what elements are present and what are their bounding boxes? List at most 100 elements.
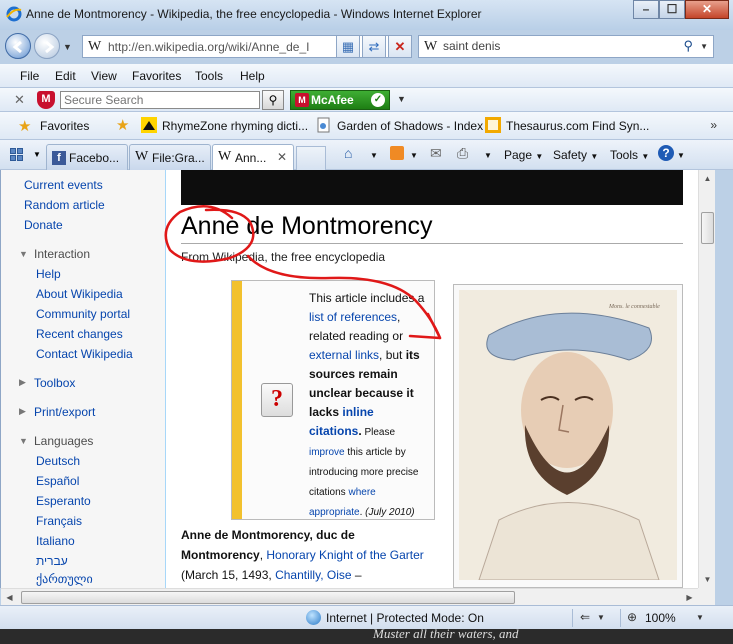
horizontal-scroll-thumb[interactable] [21, 591, 515, 604]
more-favorites-icon[interactable]: » [710, 118, 717, 132]
scroll-right-icon[interactable]: ▶ [681, 589, 698, 606]
sidebar-item-contact-wikipedia[interactable]: Contact Wikipedia [36, 347, 133, 361]
search-icon[interactable]: ⚲ [683, 38, 693, 54]
close-window-button[interactable]: ✕ [685, 0, 729, 19]
menu-file[interactable]: File [20, 69, 39, 83]
horizontal-scrollbar[interactable]: ◀ ▶ [1, 588, 698, 605]
sidebar-item-about-wikipedia[interactable]: About Wikipedia [36, 287, 123, 301]
language-link[interactable]: Español [36, 474, 79, 488]
zoom-dropdown-icon[interactable]: ▼ [696, 613, 704, 622]
collapsed-triangle-icon[interactable]: ▶ [19, 377, 26, 388]
language-link[interactable]: Italiano [36, 534, 75, 548]
close-tab-icon[interactable]: ✕ [277, 150, 287, 164]
mcafee-button[interactable]: M McAfee ✓ [290, 90, 390, 110]
quick-tabs-icon[interactable] [10, 148, 24, 162]
read-mail-icon[interactable]: ✉ [430, 145, 442, 162]
tab-anne-de-montmorency[interactable]: W Ann... ✕ [212, 144, 294, 171]
language-link[interactable]: Esperanto [36, 494, 91, 508]
mcafee-shield-icon[interactable]: M [37, 91, 55, 109]
language-link[interactable]: עברית [36, 554, 68, 568]
home-dropdown-icon[interactable]: ▼ [370, 151, 378, 160]
menu-favorites[interactable]: Favorites [132, 69, 181, 83]
home-icon[interactable]: ⌂ [344, 145, 352, 161]
menu-help[interactable]: Help [240, 69, 265, 83]
feeds-dropdown-icon[interactable]: ▼ [410, 151, 418, 160]
scroll-down-icon[interactable]: ▼ [699, 571, 716, 588]
page-menu[interactable]: Page ▼ [504, 148, 543, 162]
portrait-image[interactable]: Mons. le connestable [459, 290, 677, 580]
sidebar-item-community-portal[interactable]: Community portal [36, 307, 130, 321]
add-to-favorites-bar-icon[interactable]: ★ [116, 116, 129, 134]
url-text[interactable]: http://en.wikipedia.org/wiki/Anne_de_I [108, 40, 309, 54]
language-link[interactable]: ქართული [36, 572, 93, 586]
chevron-down-icon[interactable]: ▼ [597, 613, 605, 622]
collapsed-triangle-icon[interactable]: ▶ [19, 406, 26, 417]
security-zone-text[interactable]: Internet | Protected Mode: On [326, 611, 484, 625]
vertical-scrollbar[interactable]: ▲ ▼ [698, 170, 715, 588]
forward-button[interactable] [34, 33, 60, 59]
secure-search-button[interactable]: ⚲ [262, 90, 284, 110]
favorites-star-icon[interactable]: ★ [18, 117, 31, 135]
search-box[interactable]: W ⚲ ▼ [418, 35, 714, 58]
language-link[interactable]: Deutsch [36, 454, 80, 468]
search-input[interactable] [443, 39, 673, 53]
feeds-icon[interactable] [390, 146, 404, 160]
sidebar-item-recent-changes[interactable]: Recent changes [36, 327, 123, 341]
maximize-button[interactable]: ☐ [659, 0, 685, 19]
minimize-button[interactable]: – [633, 0, 659, 19]
window-title: Anne de Montmorency - Wikipedia, the fre… [26, 7, 482, 21]
favorite-link-garden-of-shadows[interactable]: Garden of Shadows - Index [337, 119, 483, 133]
sidebar-item-help[interactable]: Help [36, 267, 61, 281]
knight-of-the-garter-link[interactable]: Honorary Knight of the Garter [266, 548, 423, 562]
external-links-link[interactable]: external links [309, 348, 379, 362]
print-icon[interactable]: ⎙ [457, 145, 468, 162]
zoom-icon[interactable]: ⊕ [627, 610, 637, 624]
protected-mode-icon[interactable]: ⇐ [580, 610, 590, 624]
sidebar-item-donate[interactable]: Donate [24, 218, 63, 232]
mcafee-dropdown-icon[interactable]: ▼ [397, 94, 406, 104]
new-tab-button[interactable] [296, 146, 326, 170]
secure-search-field[interactable] [60, 91, 260, 109]
tab-file-gra[interactable]: W File:Gra... [129, 144, 211, 170]
sidebar-heading-print-export[interactable]: Print/export [34, 405, 95, 419]
list-of-references-link[interactable]: list of references [309, 310, 397, 324]
tab-facebook[interactable]: f Facebo... [46, 144, 128, 170]
safety-menu-label: Safety [553, 148, 588, 162]
sidebar-heading-toolbox[interactable]: Toolbox [34, 376, 75, 390]
refresh-button[interactable]: ⇄ [362, 35, 386, 58]
close-toolbar-icon[interactable]: ✕ [14, 92, 25, 108]
menu-view[interactable]: View [91, 69, 117, 83]
secure-search-input[interactable] [61, 92, 257, 108]
print-dropdown-icon[interactable]: ▼ [484, 151, 492, 160]
menu-tools[interactable]: Tools [195, 69, 223, 83]
favorite-link-thesaurus[interactable]: Thesaurus.com Find Syn... [506, 119, 649, 133]
improve-link[interactable]: improve [309, 447, 345, 458]
chantilly-oise-link[interactable]: Chantilly, Oise [275, 568, 351, 582]
help-dropdown-icon[interactable]: ▼ [677, 151, 685, 160]
tools-menu[interactable]: Tools ▼ [610, 148, 649, 162]
sidebar-item-random-article[interactable]: Random article [24, 198, 105, 212]
scroll-up-icon[interactable]: ▲ [699, 170, 716, 187]
tab-list-dropdown-icon[interactable]: ▼ [33, 150, 41, 159]
internet-zone-icon [306, 610, 321, 625]
scroll-left-icon[interactable]: ◀ [1, 589, 18, 606]
sidebar-heading-interaction[interactable]: Interaction [34, 247, 90, 261]
compatibility-view-button[interactable]: ▦ [336, 35, 360, 58]
sidebar-item-current-events[interactable]: Current events [24, 178, 103, 192]
expanded-triangle-icon[interactable]: ▼ [19, 436, 28, 446]
vertical-scroll-thumb[interactable] [701, 212, 714, 244]
history-dropdown-icon[interactable]: ▼ [63, 42, 72, 52]
safety-menu[interactable]: Safety ▼ [553, 148, 598, 162]
expanded-triangle-icon[interactable]: ▼ [19, 249, 28, 259]
notice-text-part: Please [361, 427, 396, 438]
favorites-button[interactable]: Favorites [40, 119, 89, 133]
back-button[interactable] [5, 33, 31, 59]
stop-button[interactable]: ✕ [388, 35, 412, 58]
language-link[interactable]: Français [36, 514, 82, 528]
help-icon[interactable]: ? [658, 145, 674, 161]
favorite-link-rhymezone[interactable]: RhymeZone rhyming dicti... [162, 119, 308, 133]
zoom-level[interactable]: 100% [645, 611, 676, 625]
menu-edit[interactable]: Edit [55, 69, 76, 83]
search-options-dropdown-icon[interactable]: ▼ [700, 42, 708, 51]
sidebar-heading-languages[interactable]: Languages [34, 434, 93, 448]
